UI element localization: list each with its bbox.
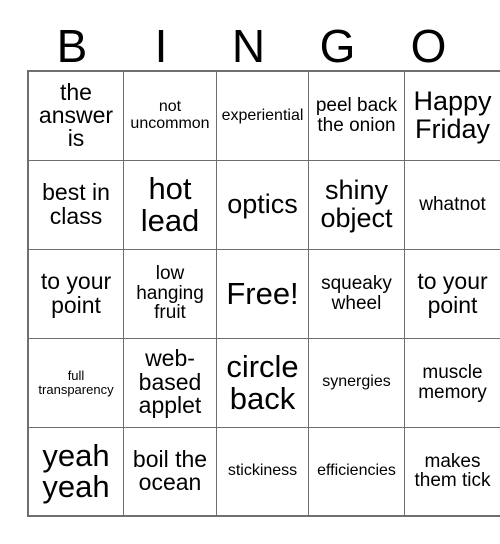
- bingo-card: B I N G O the answer is not uncommon exp…: [0, 0, 500, 544]
- bingo-cell[interactable]: synergies: [308, 337, 405, 428]
- bingo-cell[interactable]: to your point: [27, 248, 124, 339]
- header-letter-g: G: [319, 20, 356, 72]
- header-letter-n: N: [231, 20, 266, 72]
- bingo-cell[interactable]: yeah yeah: [27, 426, 124, 517]
- bingo-cell[interactable]: low hanging fruit: [123, 248, 217, 339]
- bingo-cell[interactable]: muscle memory: [404, 337, 500, 428]
- bingo-cell[interactable]: best in class: [27, 159, 124, 250]
- bingo-cell[interactable]: the answer is: [27, 70, 124, 161]
- bingo-row: best in class hot lead optics shiny obje…: [27, 159, 500, 250]
- bingo-row: full transparency web-based applet circl…: [27, 337, 500, 428]
- bingo-cell[interactable]: makes them tick: [404, 426, 500, 517]
- bingo-header: B I N G O: [27, 14, 474, 70]
- bingo-cell[interactable]: whatnot: [404, 159, 500, 250]
- bingo-cell[interactable]: peel back the onion: [308, 70, 405, 161]
- bingo-row: yeah yeah boil the ocean stickiness effi…: [27, 426, 500, 517]
- bingo-cell[interactable]: shiny object: [308, 159, 405, 250]
- bingo-cell[interactable]: squeaky wheel: [308, 248, 405, 339]
- bingo-cell[interactable]: not uncommon: [123, 70, 217, 161]
- bingo-cell-free[interactable]: Free!: [216, 248, 309, 339]
- bingo-cell[interactable]: full transparency: [27, 337, 124, 428]
- bingo-cell[interactable]: to your point: [404, 248, 500, 339]
- bingo-cell[interactable]: experiential: [216, 70, 309, 161]
- header-letter-b: B: [56, 20, 88, 72]
- bingo-row: to your point low hanging fruit Free! sq…: [27, 248, 500, 339]
- bingo-cell[interactable]: Happy Friday: [404, 70, 500, 161]
- bingo-cell[interactable]: hot lead: [123, 159, 217, 250]
- bingo-cell[interactable]: web-based applet: [123, 337, 217, 428]
- bingo-grid: the answer is not uncommon experiential …: [27, 70, 500, 517]
- header-letter-i: I: [154, 20, 168, 72]
- bingo-row: the answer is not uncommon experiential …: [27, 70, 500, 161]
- header-letter-o: O: [410, 20, 447, 72]
- bingo-cell[interactable]: boil the ocean: [123, 426, 217, 517]
- bingo-cell[interactable]: efficiencies: [308, 426, 405, 517]
- bingo-cell[interactable]: circle back: [216, 337, 309, 428]
- bingo-cell[interactable]: stickiness: [216, 426, 309, 517]
- bingo-cell[interactable]: optics: [216, 159, 309, 250]
